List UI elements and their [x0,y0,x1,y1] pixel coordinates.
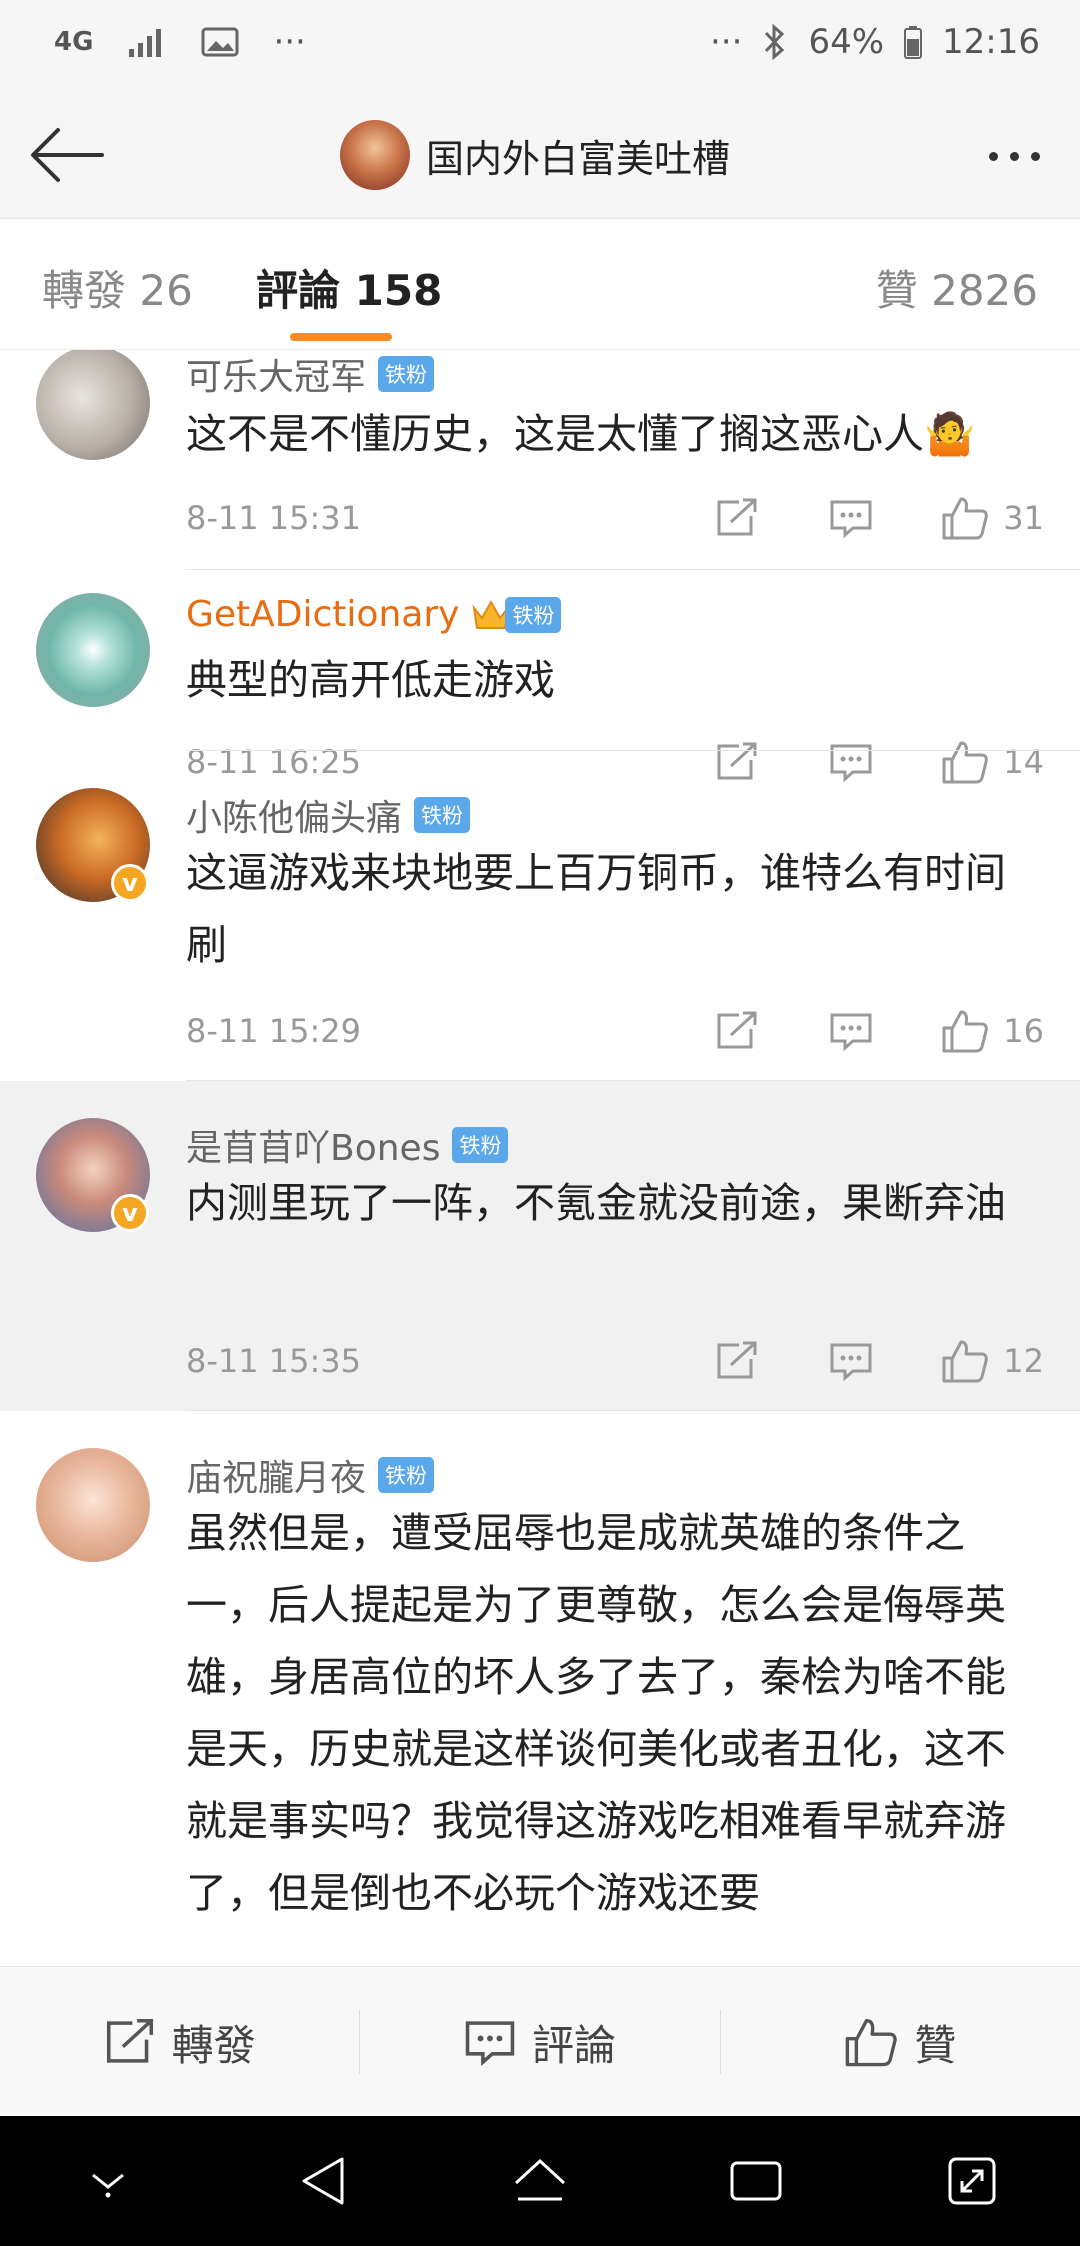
status-more-right: ··· [710,22,743,62]
nav-expand-button[interactable] [927,2136,1017,2226]
reply-button[interactable] [821,498,881,538]
thumbs-up-icon [846,2018,898,2067]
expand-icon [948,2157,996,2205]
like-post-button[interactable]: 贊 [721,2012,1080,2073]
comment-time: 8-11 15:35 [186,1342,362,1380]
repost-icon [717,1011,757,1049]
repost-icon [717,498,757,536]
comment-text: 典型的高开低走游戏 [186,656,555,704]
tab-likes[interactable]: 贊 2826 [876,257,1038,318]
fan-badge: 铁粉 [505,596,562,633]
comment-item: GetADictionary 铁粉 典型的高开低走游戏 8-11 16:25 1… [0,570,1080,784]
repost-label: 轉發 [171,2020,256,2070]
reply-button[interactable] [821,1011,881,1051]
active-tab-indicator [290,333,392,341]
thumbs-up-icon [942,1340,989,1383]
home-icon [514,2158,566,2201]
like-count: 16 [1003,1012,1044,1050]
comment-text: 这不是不懂历史，这是太懂了搁这恶心人🤷 [186,410,976,458]
repost-comment-button[interactable] [707,498,767,538]
account-title[interactable]: 国内外白富美吐槽 [340,118,730,192]
comment-text: 内测里玩了一阵，不氪金就没前途，果断弃油 [186,1179,1006,1227]
comment-item: 庙祝朧月夜 铁粉 虽然但是，遭受屈辱也是成就英雄的条件之一，后人提起是为了更尊敬… [0,1411,1080,1966]
more-dots-icon [988,151,998,161]
user-avatar[interactable] [36,593,150,707]
fan-badge: 铁粉 [414,797,471,833]
image-icon [201,26,239,58]
verified-badge-icon: v [111,864,149,902]
user-avatar[interactable] [36,350,150,460]
thumbs-up-icon [942,497,989,540]
comment-item: v 小陈他偏头痛 铁粉 这逼游戏来块地要上百万铜币，谁特么有时间刷 8-11 1… [0,751,1080,1081]
comment-item: 可乐大冠军 铁粉 这不是不懂历史，这是太懂了搁这恶心人🤷 8-11 15:31 … [0,350,1080,570]
thumbs-up-icon [942,1010,989,1053]
clock: 12:16 [942,22,1040,62]
repost-button[interactable]: 轉發 [0,2012,359,2073]
username[interactable]: 可乐大冠军 [186,350,366,400]
signal-icon [127,27,167,57]
repost-comment-button[interactable] [707,1011,767,1051]
like-button[interactable]: 31 [941,495,1044,541]
username[interactable]: 是苜苜吖Bones [186,1119,440,1171]
status-more: ··· [273,22,306,62]
like-label: 贊 [914,2020,957,2070]
comment-label: 評論 [531,2020,616,2070]
reply-icon [830,1013,872,1051]
back-arrow-icon [31,128,104,182]
tab-repost[interactable]: 轉發 26 [42,257,193,318]
tab-comments[interactable]: 評論 158 [256,257,442,318]
bluetooth-icon [762,23,788,61]
battery-percent: 64% [808,22,885,62]
comment-button[interactable]: 評論 [360,2012,719,2073]
fan-badge: 铁粉 [378,356,435,392]
comment-list[interactable]: 可乐大冠军 铁粉 这不是不懂历史，这是太懂了搁这恶心人🤷 8-11 15:31 … [0,350,1080,1966]
comment-time: 8-11 15:29 [186,1012,362,1050]
tab-bar: 轉發 26 評論 158 贊 2826 [0,219,1080,350]
nav-back-button[interactable] [279,2136,369,2226]
comment-item-highlighted: v 是苜苜吖Bones 铁粉 内测里玩了一阵，不氪金就没前途，果断弃油 8-11… [0,1081,1080,1411]
repost-icon [106,2018,153,2063]
chevron-down-icon [92,2173,124,2198]
reply-icon [830,1343,872,1381]
recents-icon [730,2161,782,2201]
back-button[interactable] [24,118,108,192]
fan-badge: 铁粉 [378,1457,435,1493]
comment-text: 虽然但是，遭受屈辱也是成就英雄的条件之一，后人提起是为了更尊敬，怎么会是侮辱英雄… [186,1509,1006,1917]
verified-badge-icon: v [111,1194,149,1232]
nav-hide-button[interactable] [63,2136,153,2226]
page-title: 国内外白富美吐槽 [426,136,731,181]
network-4g-icon: 4G [54,27,94,57]
more-options-button[interactable] [974,126,1054,186]
nav-recents-button[interactable] [711,2136,801,2226]
reply-icon [830,500,872,538]
like-count: 12 [1003,1342,1044,1380]
comment-text: 这逼游戏来块地要上百万铜币，谁特么有时间刷 [186,849,1006,969]
username[interactable]: 小陈他偏头痛 [186,789,402,841]
repost-comment-button[interactable] [707,1341,767,1381]
username[interactable]: GetADictionary [186,594,459,635]
repost-icon [717,1341,757,1379]
like-button[interactable]: 16 [941,1008,1044,1054]
reply-button[interactable] [821,1341,881,1381]
username[interactable]: 庙祝朧月夜 [186,1449,366,1501]
comment-time: 8-11 15:31 [186,499,362,537]
system-navigation-bar [0,2116,1080,2246]
user-avatar[interactable] [36,1448,150,1562]
fan-badge: 铁粉 [452,1127,509,1163]
battery-icon [904,25,923,59]
title-bar: 国内外白富美吐槽 [0,92,1080,219]
like-button[interactable]: 12 [941,1338,1044,1384]
like-count: 31 [1003,499,1044,537]
nav-home-button[interactable] [495,2136,585,2226]
status-bar: 4G ··· ··· 64% 12:16 [0,0,1080,92]
comment-icon [465,2021,515,2066]
account-avatar [340,120,410,190]
triangle-back-icon [302,2157,344,2205]
bottom-action-bar: 轉發 評論 贊 [0,1966,1080,2117]
